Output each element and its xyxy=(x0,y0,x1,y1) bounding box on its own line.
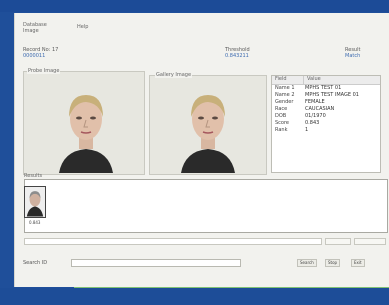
row-key: Name 1 xyxy=(275,85,295,91)
exit-button[interactable]: Exit xyxy=(351,259,365,267)
info-header-value[interactable]: Value xyxy=(304,76,321,84)
row-value: MPHS TEST IMAGE 01 xyxy=(305,92,359,98)
row-value: 1 xyxy=(305,127,309,133)
table-row[interactable]: DOB 01/1970 xyxy=(272,113,380,120)
menu-bar: Database Image Help xyxy=(23,22,88,34)
row-key: Score xyxy=(275,120,290,126)
menu-item-image[interactable]: Image xyxy=(23,28,47,34)
stop-button[interactable]: Stop xyxy=(325,259,341,267)
table-row[interactable]: Race CAUCASIAN xyxy=(272,106,380,113)
probe-face-photo xyxy=(53,87,119,173)
gallery-face-photo xyxy=(175,87,241,173)
threshold-field: Threshold 0.843211 xyxy=(225,47,250,59)
row-key: Race xyxy=(275,106,288,112)
search-id-input[interactable] xyxy=(71,259,241,267)
row-key: Gender xyxy=(275,99,294,105)
subject-info-table: Field Value Name 1 MPHS TEST 01 Name 2 MPH… xyxy=(271,75,381,173)
progress-field xyxy=(24,238,322,245)
record-value: 0000011 xyxy=(23,53,46,59)
search-button[interactable]: Search xyxy=(297,259,317,267)
result-thumbnail[interactable] xyxy=(24,186,46,218)
application-window: Database Image Help Record No: 17 000001… xyxy=(14,13,389,287)
probe-image-label: Probe Image xyxy=(27,68,61,74)
row-key: DOB xyxy=(275,113,287,119)
thumbnail-score: 0.843 xyxy=(29,220,41,225)
gallery-image-label: Gallery Image xyxy=(155,72,193,78)
results-gallery[interactable] xyxy=(24,179,388,233)
info-table-header: Field Value xyxy=(272,76,380,85)
info-header-field[interactable]: Field xyxy=(272,76,304,84)
table-row[interactable]: Gender FEMALE xyxy=(272,99,380,106)
table-row[interactable]: Score 0.843 xyxy=(272,120,380,127)
outer-frame-top xyxy=(0,0,389,12)
threshold-value: 0.843211 xyxy=(225,53,249,59)
row-value: 01/1970 xyxy=(305,113,326,119)
search-id-label: Search ID xyxy=(23,260,48,266)
table-row[interactable]: Name 2 MPHS TEST IMAGE 01 xyxy=(272,92,380,99)
table-row[interactable]: Rank 1 xyxy=(272,127,380,134)
table-row[interactable]: Name 1 MPHS TEST 01 xyxy=(272,85,380,92)
row-key: Rank xyxy=(275,127,288,133)
row-value: CAUCASIAN xyxy=(305,106,335,112)
small-field-1 xyxy=(325,238,351,245)
row-value: FEMALE xyxy=(305,99,325,105)
outer-frame-bottom xyxy=(0,288,389,305)
small-field-2 xyxy=(354,238,386,245)
menu-item-help[interactable]: Help xyxy=(77,24,88,30)
row-key: Name 2 xyxy=(275,92,295,98)
record-field: Record No: 17 0000011 xyxy=(23,47,58,59)
result-value: Match xyxy=(345,53,361,59)
row-value: MPHS TEST 01 xyxy=(305,85,342,91)
row-value: 0.843 xyxy=(305,120,320,126)
result-field: Result Match xyxy=(345,47,360,59)
